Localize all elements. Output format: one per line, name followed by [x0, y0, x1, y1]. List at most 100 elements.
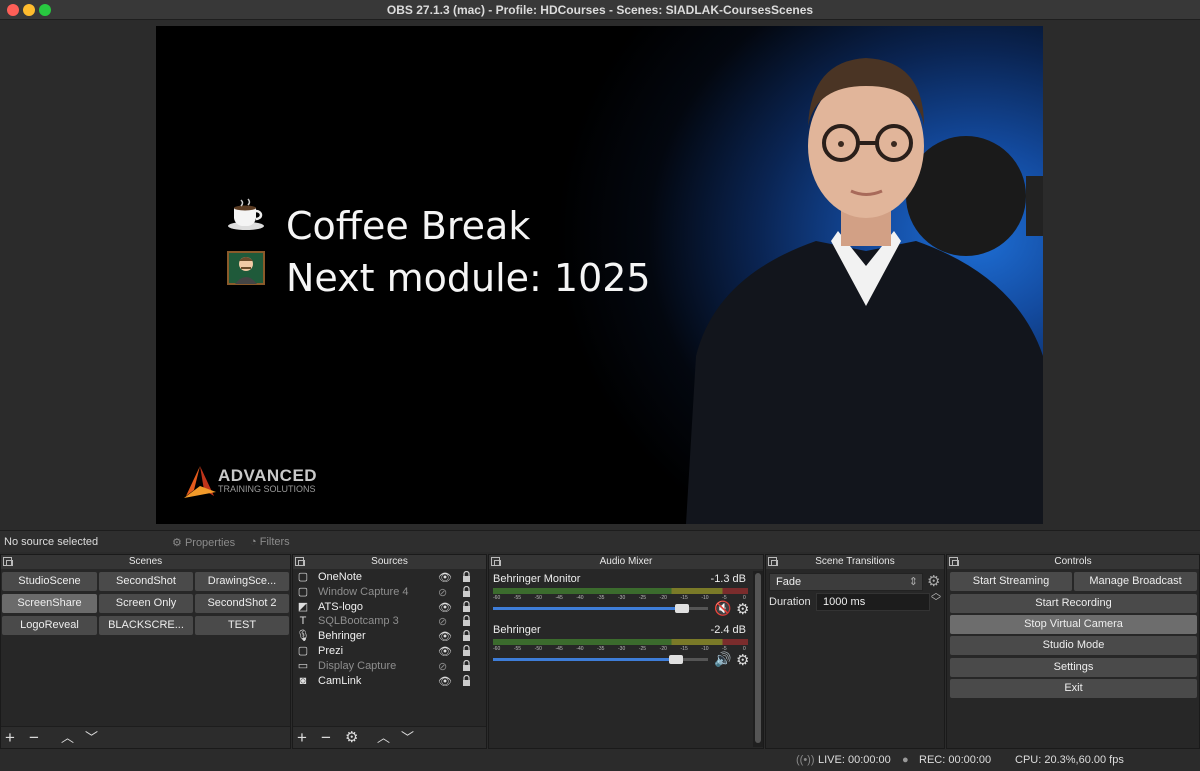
lock-icon[interactable]	[462, 571, 471, 583]
source-row[interactable]: ◩ ATS-logo 👁	[296, 600, 486, 615]
volume-slider-knob[interactable]	[675, 604, 690, 613]
meter-tick-label: -35	[597, 595, 605, 601]
source-name: Display Capture	[318, 659, 397, 672]
scenes-dock: Scenes StudioScene SecondShot DrawingSce…	[0, 554, 291, 749]
source-properties-icon[interactable]: ⚙	[345, 729, 358, 746]
volume-slider-knob[interactable]	[668, 655, 683, 664]
eye-hidden-icon[interactable]: ⊘	[438, 660, 447, 673]
scene-button[interactable]: SecondShot	[99, 572, 193, 591]
source-row[interactable]: ▢ OneNote 👁	[296, 571, 486, 585]
updown-chevron-icon: ⇕	[908, 576, 918, 588]
source-row[interactable]: ◙ CamLink 👁	[296, 674, 486, 689]
volume-slider[interactable]	[493, 655, 708, 664]
audio-mixer-dock: Audio Mixer Behringer Monitor -1.3 dB -60 -…	[488, 554, 764, 749]
scene-transitions-dock: Scene Transitions Fade ⇕ ⚙ Duration 1000…	[765, 554, 945, 749]
move-down-icon[interactable]: ﹀	[401, 729, 414, 746]
lock-icon[interactable]	[462, 659, 471, 672]
lock-icon[interactable]	[462, 630, 471, 642]
eye-icon[interactable]: 👁	[438, 630, 452, 643]
stop-virtual-camera-button[interactable]: Stop Virtual Camera	[950, 615, 1197, 634]
exit-button[interactable]: Exit	[950, 679, 1197, 698]
remove-scene-icon[interactable]: −	[29, 729, 39, 746]
start-streaming-button[interactable]: Start Streaming	[950, 572, 1072, 591]
scene-button[interactable]: TEST	[195, 616, 289, 635]
lock-icon[interactable]	[462, 585, 471, 598]
speaker-muted-icon[interactable]: 🔇	[714, 600, 731, 617]
window-icon: ▢	[297, 585, 309, 598]
add-source-icon[interactable]: +	[297, 729, 307, 746]
scene-button[interactable]: StudioScene	[2, 572, 97, 591]
move-down-icon[interactable]: ﹀	[85, 729, 98, 746]
meter-tick-label: -50	[534, 595, 542, 601]
scene-button-selected[interactable]: ScreenShare	[2, 594, 97, 613]
duration-stepper[interactable]: ︿ ﹀	[931, 589, 941, 608]
logo-brand-text: ADVANCED	[218, 466, 318, 485]
source-name: SQLBootcamp 3	[318, 615, 399, 628]
settings-button[interactable]: Settings	[950, 658, 1197, 677]
channel-gear-icon[interactable]: ⚙	[736, 600, 749, 618]
meter-tick-label: -50	[534, 646, 542, 652]
logo-sub-text: TRAINING SOLUTIONS	[218, 484, 316, 494]
eye-icon[interactable]: 👁	[438, 645, 452, 658]
duration-input[interactable]: 1000 ms	[816, 593, 930, 611]
controls-dock: Controls Start Streaming Manage Broadcas…	[946, 554, 1200, 749]
eye-icon[interactable]: 👁	[438, 601, 452, 614]
undock-icon[interactable]	[768, 557, 778, 566]
broadcast-icon: ((•))	[796, 754, 815, 766]
eye-hidden-icon[interactable]: ⊘	[438, 615, 447, 628]
transition-select[interactable]: Fade ⇕	[769, 573, 923, 591]
properties-button[interactable]: ⚙ Properties	[172, 533, 235, 551]
scene-button[interactable]: DrawingSce...	[195, 572, 289, 591]
program-preview[interactable]: Coffee Break Next module: 1025 ADVANCED …	[156, 26, 1043, 524]
scene-button[interactable]: Screen Only	[99, 594, 193, 613]
undock-icon[interactable]	[949, 557, 959, 566]
source-row[interactable]: 🎙 Behringer 👁	[296, 630, 486, 644]
source-row[interactable]: T SQLBootcamp 3 ⊘	[296, 615, 486, 629]
eye-icon[interactable]: 👁	[438, 571, 452, 584]
sources-title: Sources	[371, 556, 408, 567]
filters-button[interactable]: ◔ Filters	[250, 533, 290, 551]
lock-icon[interactable]	[462, 674, 471, 687]
remove-source-icon[interactable]: −	[321, 729, 331, 746]
undock-icon[interactable]	[3, 557, 13, 566]
mixer-scrollbar[interactable]	[753, 571, 763, 747]
speaker-icon[interactable]: 🔊	[714, 651, 731, 668]
transition-selected: Fade	[776, 576, 802, 588]
studio-mode-button[interactable]: Studio Mode	[950, 636, 1197, 655]
no-source-selected-label: No source selected	[4, 536, 99, 548]
start-recording-button[interactable]: Start Recording	[950, 594, 1197, 613]
channel-gear-icon[interactable]: ⚙	[736, 651, 749, 669]
mixer-scroll-thumb[interactable]	[755, 573, 761, 743]
volume-slider[interactable]	[493, 604, 708, 613]
lock-icon[interactable]	[462, 615, 471, 627]
scene-button[interactable]: LogoReveal	[2, 616, 97, 635]
eye-icon[interactable]: 👁	[438, 675, 452, 688]
rec-status: REC: 00:00:00	[919, 754, 992, 766]
meter-tick-label: -25	[638, 646, 647, 652]
controls-title: Controls	[1054, 556, 1092, 567]
source-row[interactable]: ▭ Display Capture ⊘	[296, 659, 486, 674]
window-icon: ▢	[297, 645, 309, 657]
move-up-icon[interactable]: ︿	[61, 729, 74, 746]
title-bar: OBS 27.1.3 (mac) - Profile: HDCourses - …	[0, 0, 1200, 20]
meter-tick-label: -55	[513, 595, 522, 601]
source-row[interactable]: ▢ Prezi 👁	[296, 645, 486, 659]
source-name: Prezi	[318, 645, 344, 657]
volume-meter	[493, 639, 748, 645]
scene-button[interactable]: BLACKSCRE...	[99, 616, 193, 635]
lock-icon[interactable]	[462, 645, 471, 657]
add-scene-icon[interactable]: +	[5, 729, 15, 746]
move-up-icon[interactable]: ︿	[377, 729, 390, 746]
undock-icon[interactable]	[295, 557, 305, 566]
source-row[interactable]: ▢ Window Capture 4 ⊘	[296, 585, 486, 600]
eye-hidden-icon[interactable]: ⊘	[438, 586, 447, 599]
preview-area: Coffee Break Next module: 1025 ADVANCED …	[0, 21, 1200, 529]
lock-icon[interactable]	[462, 600, 471, 613]
camera-icon: ◙	[299, 674, 307, 687]
scene-transitions-title: Scene Transitions	[815, 556, 895, 567]
manage-broadcast-button[interactable]: Manage Broadcast	[1074, 572, 1197, 591]
scene-button[interactable]: SecondShot 2	[195, 594, 289, 613]
meter-tick-label: -10	[701, 646, 709, 652]
undock-icon[interactable]	[491, 557, 501, 566]
channel-name: Behringer Monitor	[493, 573, 581, 585]
